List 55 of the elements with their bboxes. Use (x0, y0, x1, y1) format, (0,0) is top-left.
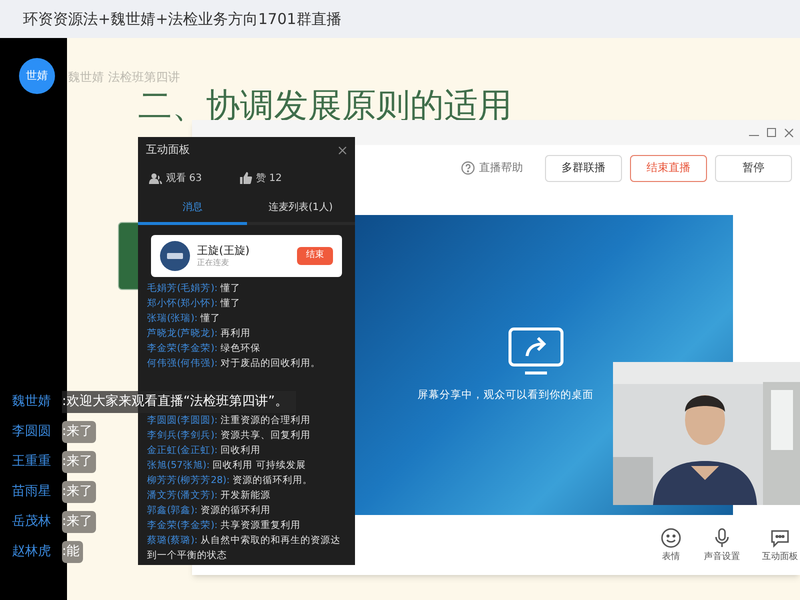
chat-banner: :欢迎大家来观看直播“法检班第四讲”。 (62, 391, 296, 413)
tool-button[interactable]: 表情 (660, 527, 682, 565)
chat-message: 金正虹(金正虹): 回收利用 (147, 444, 262, 458)
chat-message: 芦晓龙(芦晓龙): 再利用 (147, 327, 252, 341)
share-status-text: 屏幕分享中，观众可以看到你的桌面 (418, 388, 594, 404)
maximize-icon[interactable] (767, 128, 776, 137)
chat-message: 李金荣(李金荣): 共享资源重复利用 (147, 519, 302, 533)
screen-share-icon (506, 326, 564, 376)
chat-message: 李剑兵(李剑兵): 资源共享、回复利用 (147, 429, 312, 443)
chat-text: :能 (62, 541, 84, 563)
panel-tab[interactable]: 连麦列表(1人) (246, 193, 355, 225)
toolbar-button[interactable]: 暂停 (715, 154, 792, 182)
chat-message: 张瑞(张瑞): 懂了 (147, 312, 222, 326)
chat-user: 李圆圆 (11, 423, 52, 442)
chat-text: :来了 (62, 481, 96, 503)
chat-user: 赵林虎 (11, 543, 52, 562)
chat-message: 潘文芳(潘文芳): 开发新能源 (147, 489, 272, 503)
thumbs-up-icon (240, 172, 252, 184)
tool-button[interactable]: 声音设置 (704, 527, 740, 565)
chat-message: 李金荣(李金荣): 绿色环保 (147, 342, 262, 356)
chat-user: 王重重 (11, 453, 52, 472)
chat-message: 张旭(57张旭): 回收利用 可持续发展 (147, 459, 307, 473)
chat-message: 郭鑫(郭鑫): 资源的循环利用 (147, 504, 272, 518)
smiley-icon (660, 527, 682, 550)
close-icon[interactable] (784, 128, 794, 138)
viewers-icon (149, 172, 162, 184)
chat-text: :来了 (62, 421, 96, 443)
tool-button[interactable]: 互动面板 (762, 527, 798, 565)
chat-user: 岳茂林 (11, 513, 52, 532)
chat-message: 郑小怀(郑小怀): 懂了 (147, 297, 242, 311)
viewer-count: 观看 63 (166, 172, 202, 186)
window-title: 环资资源法+魏世婧+法检业务方向1701群直播 (23, 8, 342, 30)
presenter-avatar: 世婧 (19, 58, 55, 94)
slide-heading: 二、协调发展原则的适用 (138, 86, 512, 126)
like-count: 赞 12 (256, 172, 282, 186)
panel-tab[interactable]: 消息 (138, 193, 246, 225)
chat-message: 毛娟芳(毛娟芳): 懂了 (147, 282, 242, 296)
avatar-icon (160, 241, 190, 271)
help-link[interactable]: 直播帮助 (461, 160, 523, 176)
co-host-name: 王旋(王旋) (197, 244, 251, 258)
chat-user: 苗雨星 (11, 483, 52, 502)
co-host-status: 正在连麦 (197, 258, 230, 268)
panel-title: 互动面板 (146, 142, 190, 158)
help-icon (461, 161, 475, 175)
toolbar-button[interactable]: 结束直播 (630, 154, 707, 182)
toolbar-button[interactable]: 多群联播 (545, 154, 622, 182)
chat-message: 蔡璐(蔡璐): 从自然中索取的和再生的资源达到一个平衡的状态 (147, 534, 342, 563)
close-icon[interactable] (338, 146, 347, 154)
slide-caption: 魏世婧 法检班第四讲 (68, 69, 180, 86)
chat-text: :来了 (62, 511, 96, 533)
chat-text: :来了 (62, 451, 96, 473)
chat-user: 魏世婧 (11, 393, 52, 412)
chat-message: 李圆圆(李圆圆): 注重资源的合理利用 (147, 414, 312, 428)
chat-message: 柳芳芳(柳芳芳28): 资源的循环利用。 (147, 474, 314, 488)
chat-message: 何伟强(何伟强): 对于废品的回收利用。 (147, 357, 322, 371)
